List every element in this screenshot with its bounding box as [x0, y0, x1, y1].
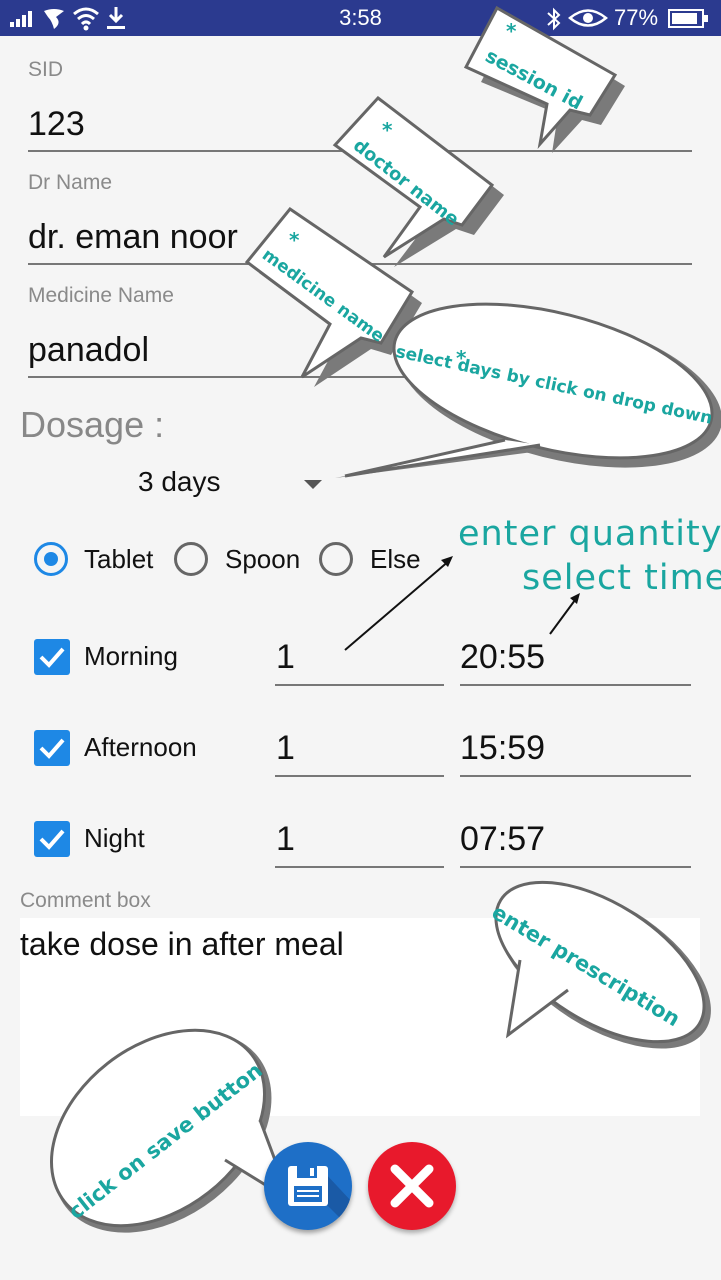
doctor-name-asterisk: * [382, 118, 393, 142]
annotation-overlay [50, 5, 721, 1233]
time-arrow [549, 595, 579, 635]
cancel-button[interactable] [368, 1142, 456, 1230]
enter-quantity-annotation: enter quantity [458, 514, 721, 554]
close-icon [390, 1164, 434, 1208]
save-button[interactable] [264, 1142, 352, 1230]
select-time-annotation: select time [522, 558, 721, 598]
quantity-arrow [344, 559, 451, 651]
floppy-disk-icon [288, 1166, 352, 1230]
medicine-name-asterisk: * [289, 228, 300, 252]
session-id-asterisk: * [506, 19, 517, 43]
